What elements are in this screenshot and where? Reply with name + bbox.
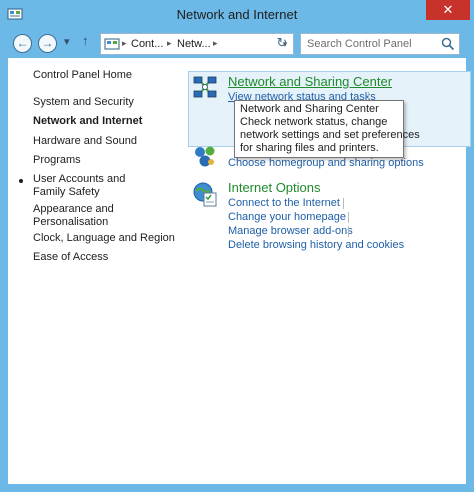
up-button[interactable]: ↑ bbox=[82, 33, 89, 48]
category-title-internet-options[interactable]: Internet Options bbox=[228, 180, 321, 195]
address-bar[interactable]: ▸ Cont... ▸ Netw... ▸ ▾ bbox=[100, 33, 294, 55]
window: Network and Internet ✕ ← → ▾ ↑ ▸ Cont...… bbox=[0, 0, 474, 492]
sidebar-item-clock-language-region[interactable]: Clock, Language and Region bbox=[33, 232, 183, 245]
sidebar-item-user-accounts[interactable]: User Accounts and Family Safety bbox=[33, 173, 158, 199]
task-separator bbox=[348, 226, 349, 237]
homegroup-icon[interactable] bbox=[191, 142, 219, 170]
breadcrumb-network-and-internet[interactable]: Netw... bbox=[177, 38, 211, 50]
category-title-network-and-sharing[interactable]: Network and Sharing Center bbox=[228, 74, 392, 89]
breadcrumb-separator[interactable]: ▸ bbox=[122, 38, 127, 49]
task-manage-add-ons[interactable]: Manage browser add-ons bbox=[228, 225, 353, 237]
sidebar-item-system-and-security[interactable]: System and Security bbox=[33, 96, 183, 109]
internet-options-icon[interactable] bbox=[191, 180, 219, 208]
search-icon[interactable] bbox=[441, 37, 455, 51]
tooltip-line: network settings and set preferences bbox=[240, 129, 420, 141]
tooltip-line: for sharing files and printers. bbox=[240, 142, 379, 154]
network-sharing-icon[interactable] bbox=[191, 74, 219, 102]
sidebar-item-hardware-and-sound[interactable]: Hardware and Sound bbox=[33, 135, 183, 148]
tooltip-title: Network and Sharing Center bbox=[240, 103, 379, 115]
back-button[interactable]: ← bbox=[13, 34, 32, 53]
sidebar-item-control-panel-home[interactable]: Control Panel Home bbox=[33, 69, 183, 82]
refresh-button[interactable]: ↻ bbox=[271, 33, 293, 55]
task-change-homepage[interactable]: Change your homepage bbox=[228, 211, 346, 223]
sidebar-item-network-and-internet: Network and Internet bbox=[33, 115, 143, 127]
task-choose-homegroup[interactable]: Choose homegroup and sharing options bbox=[228, 157, 424, 169]
tooltip-line: Check network status, change bbox=[240, 116, 388, 128]
control-panel-icon bbox=[104, 38, 120, 50]
breadcrumb-control-panel[interactable]: Cont... bbox=[131, 38, 163, 50]
task-separator bbox=[343, 198, 344, 209]
breadcrumb-separator[interactable]: ▸ bbox=[167, 38, 172, 49]
sidebar-item-appearance[interactable]: Appearance and Personalisation bbox=[33, 203, 128, 229]
sidebar-item-ease-of-access[interactable]: Ease of Access bbox=[33, 251, 183, 264]
sidebar-item-programs[interactable]: Programs bbox=[33, 154, 183, 167]
search-box[interactable] bbox=[300, 33, 460, 55]
current-page-bullet bbox=[19, 179, 23, 183]
forward-button[interactable]: → bbox=[38, 34, 57, 53]
window-title: Network and Internet bbox=[176, 7, 298, 22]
search-input[interactable] bbox=[307, 37, 437, 51]
title-bar[interactable]: Network and Internet ✕ bbox=[0, 0, 474, 30]
tooltip: Network and Sharing Center Check network… bbox=[234, 100, 420, 158]
navigation-bar: ← → ▾ ↑ ▸ Cont... ▸ Netw... ▸ ▾ ↻ bbox=[0, 30, 474, 58]
close-button[interactable]: ✕ bbox=[426, 0, 470, 20]
breadcrumb-separator[interactable]: ▸ bbox=[213, 38, 218, 49]
content-pane: Control Panel Home System and Security N… bbox=[8, 58, 471, 484]
task-connect-to-internet[interactable]: Connect to the Internet bbox=[228, 197, 340, 209]
task-delete-browsing-history[interactable]: Delete browsing history and cookies bbox=[228, 239, 404, 251]
sidebar: Control Panel Home System and Security N… bbox=[8, 58, 183, 484]
recent-locations-button[interactable]: ▾ bbox=[64, 35, 70, 48]
task-separator bbox=[348, 212, 349, 223]
